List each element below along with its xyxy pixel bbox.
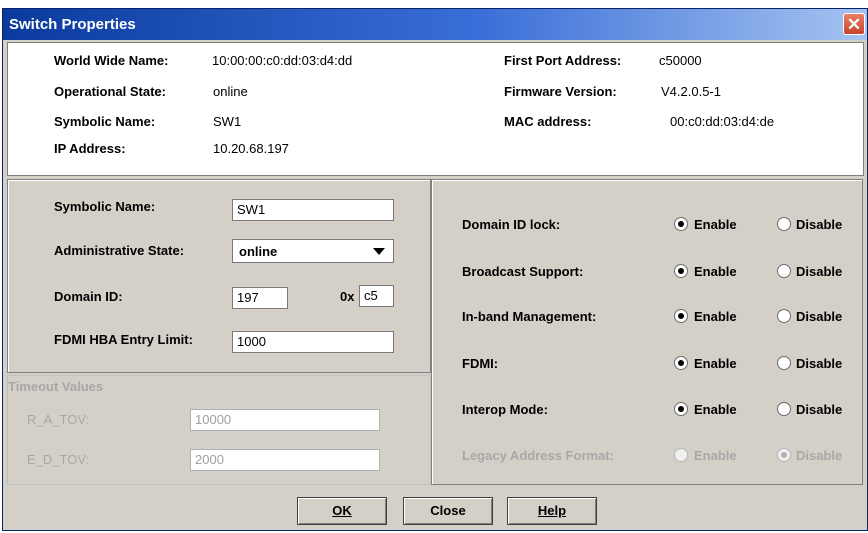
admin-state-label: Administrative State: [54,243,185,258]
ip-label: IP Address: [54,141,126,156]
help-button-label: Help [537,503,567,518]
opstate-value: online [213,84,248,99]
disable-radio[interactable] [777,217,791,231]
option-row: Interop Mode: Enable Disable [432,400,862,420]
timeout-values-group: Timeout Values R_A_TOV: 10000 E_D_TOV: 2… [7,375,431,485]
symname-input[interactable]: SW1 [232,199,394,221]
option-row: FDMI: Enable Disable [432,354,862,374]
fpa-value: c50000 [659,53,702,68]
close-button[interactable]: Close [403,497,493,525]
enable-radio-label[interactable]: Enable [694,264,737,279]
opstate-label: Operational State: [54,84,166,99]
domain-id-label: Domain ID: [54,289,123,304]
enable-radio[interactable] [674,309,688,323]
disable-radio-label[interactable]: Disable [796,309,842,324]
option-label: In-band Management: [462,309,597,324]
disable-radio[interactable] [777,309,791,323]
ok-button-label: OK [332,503,352,518]
admin-state-select[interactable]: online [232,239,394,263]
help-button[interactable]: Help [507,497,597,525]
admin-state-value: online [239,244,278,259]
option-row: Domain ID lock: Enable Disable [432,215,862,235]
option-row: In-band Management: Enable Disable [432,307,862,327]
dialog-title: Switch Properties [9,16,136,33]
close-icon[interactable]: ✕ [843,13,865,35]
option-label: Domain ID lock: [462,217,561,232]
mac-label: MAC address: [504,114,592,129]
enable-radio-label[interactable]: Enable [694,309,737,324]
mac-value: 00:c0:dd:03:d4:de [670,114,775,129]
fw-value: V4.2.0.5-1 [661,84,721,99]
switch-info-panel: World Wide Name: 10:00:00:c0:dd:03:d4:dd… [7,42,864,176]
fpa-label: First Port Address: [504,53,622,68]
switch-config-panel: Symbolic Name: SW1 Administrative State:… [7,179,431,373]
ratov-label: R_A_TOV: [27,412,90,427]
enable-radio[interactable] [674,217,688,231]
option-row: Broadcast Support: Enable Disable [432,262,862,282]
fw-label: Firmware Version: [504,84,617,99]
enable-radio-label: Enable [694,448,737,463]
symname-label: Symbolic Name: [54,199,156,214]
ip-value: 10.20.68.197 [213,141,289,156]
disable-radio-label: Disable [796,448,843,463]
domain-id-hex-input[interactable]: c5 [359,285,394,307]
title-bar[interactable]: Switch Properties ✕ [3,9,867,40]
enable-radio[interactable] [674,356,688,370]
disable-radio-label[interactable]: Disable [796,356,842,371]
disable-radio[interactable] [777,356,791,370]
hex-prefix-label: 0x [340,289,355,304]
edtov-label: E_D_TOV: [27,452,90,467]
enable-radio-label[interactable]: Enable [694,217,737,232]
symname-info-label: Symbolic Name: [54,114,156,129]
disable-radio[interactable] [777,264,791,278]
enable-radio[interactable] [674,402,688,416]
switch-properties-dialog: Switch Properties ✕ World Wide Name: 10:… [2,8,868,531]
switch-options-panel: Domain ID lock: Enable Disable Broadcast Su… [431,179,863,485]
wwn-value: 10:00:00:c0:dd:03:d4:dd [212,53,353,68]
disable-radio[interactable] [777,402,791,416]
symname-info-value: SW1 [213,114,242,129]
ok-button[interactable]: OK [297,497,387,525]
close-button-label: Close [430,503,466,518]
edtov-input[interactable]: 2000 [190,449,380,471]
chevron-down-icon [373,248,385,255]
enable-radio-label[interactable]: Enable [694,356,737,371]
option-row: Legacy Address Format: Enable Disable [432,446,862,466]
disable-radio-label[interactable]: Disable [796,264,842,279]
enable-radio[interactable] [674,264,688,278]
enable-radio [674,448,688,462]
ratov-input[interactable]: 10000 [190,409,380,431]
disable-radio-label[interactable]: Disable [796,217,842,232]
option-label: Broadcast Support: [462,264,584,279]
fdmi-limit-label: FDMI HBA Entry Limit: [54,332,193,347]
timeout-legend: Timeout Values [8,379,104,394]
disable-radio-label[interactable]: Disable [796,402,842,417]
enable-radio-label[interactable]: Enable [694,402,737,417]
domain-id-input[interactable]: 197 [232,287,288,309]
option-label: FDMI: [462,356,499,371]
disable-radio [777,448,791,462]
fdmi-limit-input[interactable]: 1000 [232,331,394,353]
option-label: Interop Mode: [462,402,548,417]
wwn-label: World Wide Name: [54,53,169,68]
option-label: Legacy Address Format: [462,448,614,463]
